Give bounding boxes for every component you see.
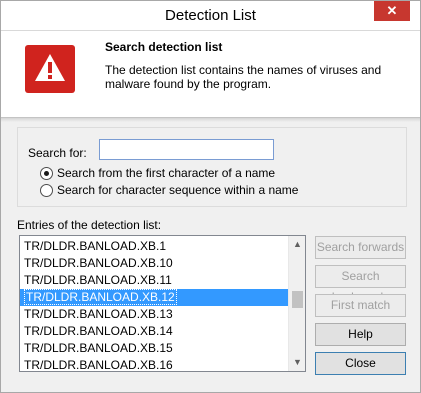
title-bar: Detection List ✕ bbox=[1, 1, 420, 31]
header-panel: Search detection list The detection list… bbox=[1, 31, 420, 118]
close-button[interactable]: Close bbox=[315, 352, 406, 375]
radio-button-unchecked[interactable] bbox=[40, 184, 53, 197]
list-item[interactable]: TR/DLDR.BANLOAD.XB.10 bbox=[20, 255, 288, 272]
scroll-down-icon[interactable]: ▼ bbox=[289, 354, 305, 371]
header-title: Search detection list bbox=[105, 40, 223, 54]
first-match-button[interactable]: First match bbox=[315, 294, 406, 317]
header-description: The detection list contains the names of… bbox=[105, 63, 382, 91]
help-button[interactable]: Help bbox=[315, 323, 406, 346]
search-forwards-button[interactable]: Search forwards bbox=[315, 236, 406, 259]
header-divider bbox=[1, 118, 420, 122]
list-items: TR/DLDR.BANLOAD.XB.1 TR/DLDR.BANLOAD.XB.… bbox=[20, 238, 288, 371]
list-item[interactable]: TR/DLDR.BANLOAD.XB.1 bbox=[20, 238, 288, 255]
warning-icon bbox=[25, 45, 75, 93]
detection-list-dialog: Detection List ✕ Search detection list T… bbox=[0, 0, 421, 393]
list-label: Entries of the detection list: bbox=[17, 218, 162, 232]
list-item[interactable]: TR/DLDR.BANLOAD.XB.13 bbox=[20, 306, 288, 323]
window-title: Detection List bbox=[165, 7, 256, 24]
list-item-selected[interactable]: TR/DLDR.BANLOAD.XB.12 bbox=[20, 289, 288, 306]
radio-label-first-character: Search from the first character of a nam… bbox=[57, 166, 276, 180]
search-backwards-button[interactable]: Search backwards bbox=[315, 265, 406, 304]
vertical-scrollbar[interactable]: ▲ ▼ bbox=[288, 236, 305, 371]
search-input[interactable] bbox=[99, 139, 274, 160]
scrollbar-thumb[interactable] bbox=[292, 291, 303, 308]
list-item[interactable]: TR/DLDR.BANLOAD.XB.15 bbox=[20, 340, 288, 357]
list-item[interactable]: TR/DLDR.BANLOAD.XB.11 bbox=[20, 272, 288, 289]
radio-label-within-name: Search for character sequence within a n… bbox=[57, 183, 299, 197]
list-item[interactable]: TR/DLDR.BANLOAD.XB.16 bbox=[20, 357, 288, 371]
radio-button-checked[interactable] bbox=[40, 167, 53, 180]
detection-listbox[interactable]: TR/DLDR.BANLOAD.XB.1 TR/DLDR.BANLOAD.XB.… bbox=[19, 235, 306, 372]
search-label: Search for: bbox=[28, 146, 87, 160]
search-group: Search for: Search from the first charac… bbox=[17, 127, 407, 207]
close-window-button[interactable]: ✕ bbox=[374, 1, 410, 21]
list-item[interactable]: TR/DLDR.BANLOAD.XB.14 bbox=[20, 323, 288, 340]
scroll-up-icon[interactable]: ▲ bbox=[289, 236, 305, 253]
